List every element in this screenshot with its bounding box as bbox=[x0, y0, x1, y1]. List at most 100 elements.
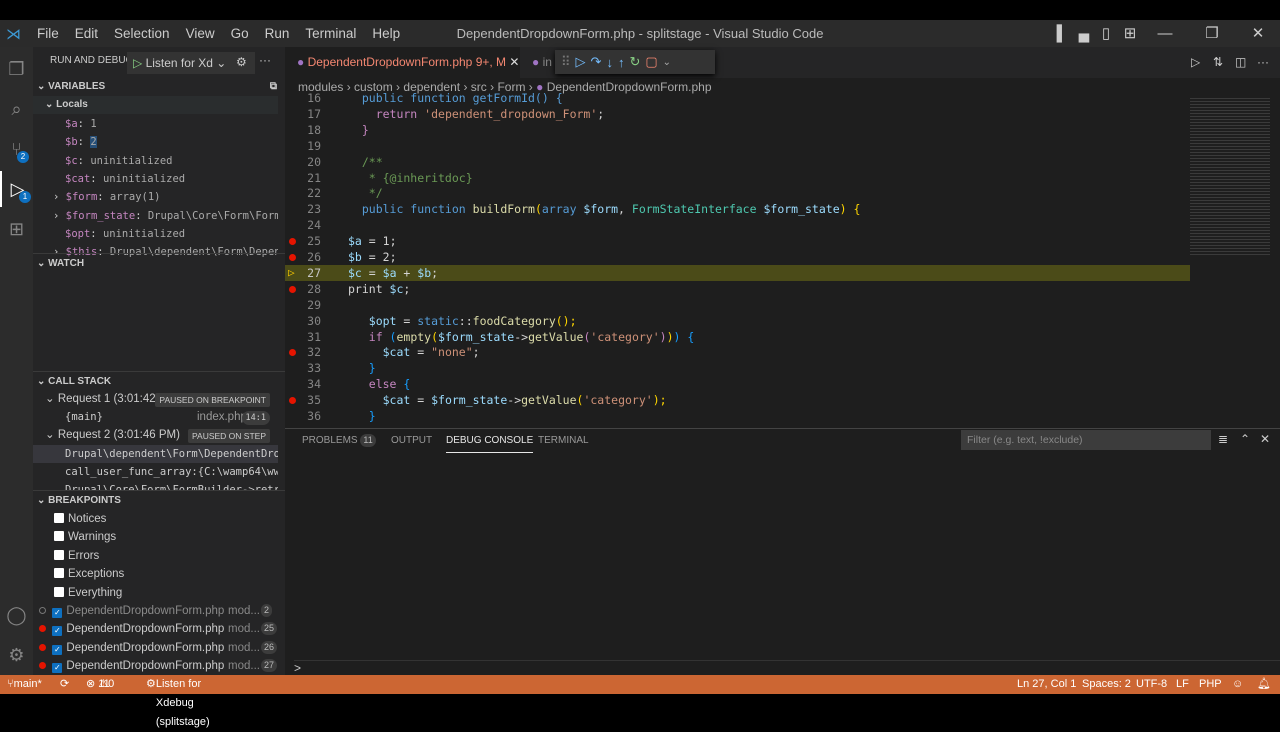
stack-frame[interactable]: Drupal\Core\Form\FormBuilder->retrieve bbox=[33, 481, 278, 490]
code-line[interactable]: 17 return 'dependent_dropdown_Form'; bbox=[285, 106, 1190, 122]
stop-dropdown-icon[interactable]: ⌄ bbox=[663, 57, 671, 68]
clear-console-icon[interactable]: ≣ bbox=[1218, 432, 1228, 446]
code-line[interactable]: 24 bbox=[285, 217, 1190, 233]
sync-icon[interactable]: ⟳ bbox=[60, 675, 69, 694]
close-button[interactable]: ✕ bbox=[1238, 20, 1278, 47]
collapse-all-icon[interactable]: ⧉ bbox=[270, 77, 277, 97]
start-debugging-icon[interactable]: ▷ bbox=[133, 56, 142, 70]
debug-console-input[interactable]: > bbox=[294, 660, 1280, 676]
code-line[interactable]: 36 } bbox=[285, 408, 1190, 424]
breakpoint-item[interactable]: ✓ DependentDropdownForm.php mod... 2 bbox=[33, 602, 278, 620]
variable-item[interactable]: $cat: uninitialized bbox=[33, 170, 278, 188]
code-line[interactable]: 26 $b = 2; bbox=[285, 249, 1190, 265]
checkbox[interactable] bbox=[54, 568, 64, 579]
variable-item[interactable]: › $form_state: Drupal\Core\Form\FormS… bbox=[33, 207, 278, 225]
explorer-icon[interactable]: ❐ bbox=[0, 51, 33, 87]
restart-icon[interactable]: ↻ bbox=[629, 54, 640, 70]
code-line[interactable]: 28 print $c; bbox=[285, 281, 1190, 297]
feedback-icon[interactable]: ☺ bbox=[1232, 675, 1243, 694]
maximize-panel-icon[interactable]: ⌃ bbox=[1240, 432, 1250, 446]
minimize-button[interactable]: — bbox=[1145, 20, 1185, 47]
variable-item[interactable]: $opt: uninitialized bbox=[33, 225, 278, 243]
run-debug-file-icon[interactable]: ▷ bbox=[1191, 55, 1200, 69]
code-line[interactable]: 34 else { bbox=[285, 376, 1190, 392]
stack-frame[interactable]: {main} index.php 14:1 bbox=[33, 408, 278, 426]
minimap[interactable] bbox=[1190, 96, 1270, 256]
tab-output[interactable]: OUTPUT bbox=[391, 434, 432, 448]
code-line[interactable]: 29 bbox=[285, 297, 1190, 313]
problems-indicator[interactable]: ⊗ 11 ⚠ 0 bbox=[86, 675, 114, 694]
breakpoint-item[interactable]: ✓ DependentDropdownForm.php mod... 27 bbox=[33, 657, 278, 675]
notifications-bell-icon[interactable]: 🔔︎ bbox=[1257, 675, 1271, 694]
variable-item[interactable]: $c: uninitialized bbox=[33, 152, 278, 170]
menu-run[interactable]: Run bbox=[257, 26, 298, 41]
checkbox[interactable]: ✓ bbox=[52, 662, 63, 673]
exception-breakpoint-warnings[interactable]: Warnings bbox=[33, 528, 278, 546]
more-actions-icon[interactable]: ··· bbox=[1257, 55, 1269, 69]
code-line[interactable]: 16 public function getFormId() { bbox=[285, 90, 1190, 106]
eol[interactable]: LF bbox=[1176, 675, 1189, 694]
variables-header[interactable]: ⌄ VARIABLES ⧉ bbox=[33, 77, 285, 97]
code-line[interactable]: 21 * {@inheritdoc} bbox=[285, 170, 1190, 186]
encoding[interactable]: UTF-8 bbox=[1136, 675, 1167, 694]
more-actions-icon[interactable]: ··· bbox=[259, 53, 271, 67]
menu-go[interactable]: Go bbox=[223, 26, 257, 41]
stop-icon[interactable]: ▢ bbox=[645, 54, 657, 70]
menu-edit[interactable]: Edit bbox=[67, 26, 106, 41]
code-line[interactable]: 35 $cat = $form_state->getValue('categor… bbox=[285, 392, 1190, 408]
stack-frame[interactable]: Drupal\dependent\Form\DependentDropdo bbox=[33, 445, 278, 463]
debug-status[interactable]: ⚙ Listen for Xdebug (splitstage) bbox=[146, 675, 210, 728]
code-line[interactable]: 18 } bbox=[285, 122, 1190, 138]
checkbox[interactable]: ✓ bbox=[52, 608, 63, 618]
call-stack-header[interactable]: ⌄ CALL STACK bbox=[33, 371, 285, 391]
cursor-position[interactable]: Ln 27, Col 1 bbox=[1017, 675, 1076, 694]
code-line[interactable]: 32 $cat = "none"; bbox=[285, 344, 1190, 360]
extensions-icon[interactable]: ⊞ bbox=[0, 211, 33, 247]
tab-dependentdropdownform[interactable]: ● DependentDropdownForm.php 9+, M ✕ bbox=[285, 47, 520, 78]
exception-breakpoint-exceptions[interactable]: Exceptions bbox=[33, 565, 278, 583]
stack-frame[interactable]: call_user_func_array:{C:\wamp64\www\s bbox=[33, 463, 278, 481]
variable-item[interactable]: $b: 2 bbox=[33, 133, 278, 151]
close-panel-icon[interactable]: ✕ bbox=[1260, 432, 1270, 446]
exception-breakpoint-errors[interactable]: Errors bbox=[33, 547, 278, 565]
indentation[interactable]: Spaces: 2 bbox=[1082, 675, 1131, 694]
breakpoint-dot-icon[interactable] bbox=[289, 285, 296, 293]
code-editor[interactable]: 16 public function getFormId() {17 retur… bbox=[285, 90, 1190, 426]
search-icon[interactable]: ⌕ bbox=[0, 91, 33, 127]
breakpoint-item[interactable]: ✓ DependentDropdownForm.php mod... 25 bbox=[33, 620, 278, 638]
menu-help[interactable]: Help bbox=[364, 26, 408, 41]
checkbox[interactable] bbox=[54, 549, 64, 560]
variable-item[interactable]: › $form: array(1) bbox=[33, 188, 278, 206]
code-line[interactable]: 23 public function buildForm(array $form… bbox=[285, 201, 1190, 217]
checkbox[interactable] bbox=[54, 513, 64, 523]
restore-button[interactable]: ❐ bbox=[1192, 20, 1232, 47]
breakpoint-item[interactable]: ✓ DependentDropdownForm.php mod... 26 bbox=[33, 639, 278, 657]
code-line[interactable]: 31 if (empty($form_state->getValue('cate… bbox=[285, 329, 1190, 345]
code-line[interactable]: 25 $a = 1; bbox=[285, 233, 1190, 249]
step-out-icon[interactable]: ↑ bbox=[618, 55, 625, 70]
call-stack-request-1[interactable]: ⌄ Request 1 (3:01:42 P... PAUSED ON BREAK… bbox=[33, 390, 278, 408]
code-line[interactable]: 33 } bbox=[285, 360, 1190, 376]
open-changes-icon[interactable]: ⇅ bbox=[1213, 55, 1223, 69]
code-line[interactable]: 20 /** bbox=[285, 154, 1190, 170]
source-control-icon[interactable]: ⑂ 2 bbox=[0, 131, 33, 167]
step-into-icon[interactable]: ↓ bbox=[606, 55, 613, 70]
tab-terminal[interactable]: TERMINAL bbox=[538, 434, 589, 448]
code-line[interactable]: 27 ▷ $c = $a + $b; bbox=[285, 264, 1190, 281]
call-stack-request-2[interactable]: ⌄ Request 2 (3:01:46 PM) PAUSED ON STEP bbox=[33, 426, 278, 444]
breakpoints-header[interactable]: ⌄ BREAKPOINTS bbox=[33, 490, 285, 510]
menu-file[interactable]: File bbox=[29, 26, 67, 41]
checkbox[interactable]: ✓ bbox=[52, 644, 63, 655]
code-line[interactable]: 19 bbox=[285, 138, 1190, 154]
code-line[interactable]: 30 $opt = static::foodCategory(); bbox=[285, 313, 1190, 329]
customize-layout-icon[interactable]: ⊞ bbox=[1110, 20, 1150, 47]
tab-problems[interactable]: PROBLEMS 11 bbox=[302, 434, 376, 448]
locals-scope[interactable]: ⌄ Locals bbox=[33, 96, 278, 114]
step-over-icon[interactable]: ↷ bbox=[591, 54, 602, 70]
tab-index[interactable]: ● in bbox=[520, 47, 560, 78]
exception-breakpoint-notices[interactable]: Notices bbox=[33, 510, 278, 528]
checkbox[interactable]: ✓ bbox=[52, 626, 63, 637]
split-editor-icon[interactable]: ◫ bbox=[1235, 55, 1246, 69]
language-mode[interactable]: PHP bbox=[1199, 675, 1222, 694]
branch-indicator[interactable]: ⑂ main* bbox=[7, 675, 42, 694]
